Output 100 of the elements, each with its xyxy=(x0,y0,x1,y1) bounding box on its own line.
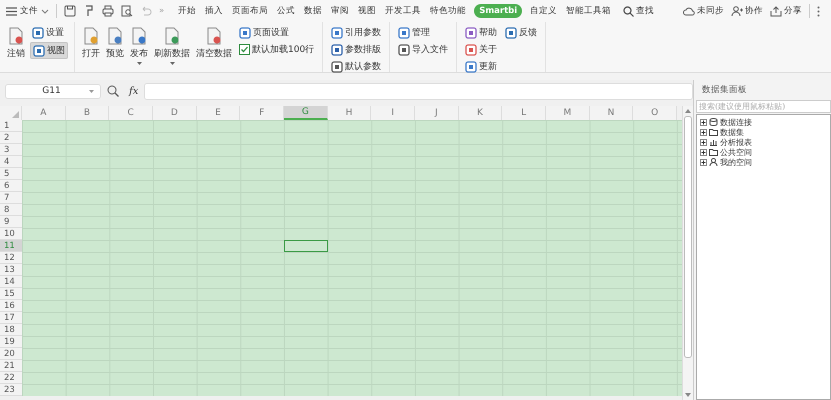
ribbon-button[interactable]: 清空数据 xyxy=(195,25,233,62)
expander-icon[interactable] xyxy=(700,128,707,136)
ribbon-tab[interactable]: 智能工具箱 xyxy=(565,3,612,19)
database-icon xyxy=(709,118,718,126)
row-header[interactable]: 14 xyxy=(0,276,22,288)
ribbon-button[interactable]: 注销 xyxy=(6,25,26,62)
expander-icon[interactable] xyxy=(700,138,707,146)
share-icon xyxy=(770,6,782,16)
ribbon-button[interactable]: 管理 xyxy=(396,25,450,40)
preview-icon[interactable] xyxy=(121,5,133,17)
ribbon-button[interactable]: 预览 xyxy=(105,25,125,62)
person-icon xyxy=(731,6,743,16)
ribbon-button[interactable]: 参数排版 xyxy=(329,42,384,57)
tool-icon xyxy=(398,26,410,38)
checkbox-option[interactable]: 默认加载100行 xyxy=(237,42,316,57)
column-header[interactable]: K xyxy=(458,106,502,120)
row-header[interactable]: 7 xyxy=(0,192,22,204)
ribbon-tab[interactable]: 自定义 xyxy=(529,3,558,19)
name-box[interactable]: G11 xyxy=(5,84,101,98)
expander-icon[interactable] xyxy=(700,118,707,126)
ribbon-tab[interactable]: 数据 xyxy=(303,3,324,19)
row-header[interactable]: 10 xyxy=(0,228,22,240)
row-header[interactable]: 19 xyxy=(0,336,22,348)
toolbar-action[interactable]: 协作 xyxy=(731,5,763,17)
toolbar-action[interactable]: 未同步 xyxy=(683,5,724,17)
row-header[interactable]: 3 xyxy=(0,144,22,156)
selected-cell[interactable] xyxy=(284,240,328,252)
expander-icon[interactable] xyxy=(700,158,707,166)
row-header[interactable]: 16 xyxy=(0,300,22,312)
ribbon-button[interactable]: 反馈 xyxy=(503,25,540,40)
document-icon xyxy=(130,27,148,45)
row-header[interactable]: 22 xyxy=(0,372,22,384)
ribbon-tab[interactable]: 审阅 xyxy=(330,3,350,19)
ribbon-button[interactable]: 导入文件 xyxy=(396,42,450,57)
column-header[interactable]: B xyxy=(66,106,110,120)
row-header[interactable]: 6 xyxy=(0,180,22,192)
ribbon-button[interactable]: 刷新数据 xyxy=(153,25,191,67)
ribbon-tab[interactable]: 视图 xyxy=(357,3,378,19)
ribbon-tab[interactable]: 特色功能 xyxy=(429,3,468,19)
row-header[interactable]: 17 xyxy=(0,312,22,324)
folder-icon xyxy=(709,148,718,156)
more-options-icon[interactable] xyxy=(817,6,820,16)
vertical-scrollbar[interactable] xyxy=(682,106,693,400)
ribbon-button[interactable]: 引用参数 xyxy=(329,25,384,40)
row-header[interactable]: 23 xyxy=(0,384,22,396)
function-button[interactable]: fx xyxy=(129,86,138,96)
row-header[interactable]: 4 xyxy=(0,156,22,168)
ribbon-tab[interactable]: 插入 xyxy=(204,3,224,19)
column-header[interactable]: E xyxy=(196,106,240,120)
save-icon[interactable] xyxy=(64,5,76,17)
row-header[interactable]: 9 xyxy=(0,216,22,228)
cloud-icon xyxy=(683,6,695,16)
zoom-icon[interactable] xyxy=(107,85,119,97)
ribbon-tab[interactable]: 开始 xyxy=(177,3,198,19)
print-icon[interactable] xyxy=(102,5,114,17)
row-header[interactable]: 1 xyxy=(0,120,22,132)
search-field[interactable]: 搜索(建议使用鼠标粘贴) xyxy=(696,100,831,113)
ribbon-tab[interactable]: 开发工具 xyxy=(384,3,422,19)
panel-title: 数据集面板 xyxy=(701,84,748,97)
search-icon xyxy=(623,6,634,16)
row-header[interactable]: 18 xyxy=(0,324,22,336)
ribbon-button[interactable]: 默认参数 xyxy=(329,59,384,74)
formula-input[interactable] xyxy=(144,82,693,100)
row-header[interactable]: 21 xyxy=(0,360,22,372)
ribbon-button[interactable]: 设置 xyxy=(30,25,68,40)
scroll-down-icon[interactable] xyxy=(685,393,691,397)
row-header[interactable]: 15 xyxy=(0,288,22,300)
tree-item[interactable]: 数据连接 xyxy=(700,117,827,127)
row-header[interactable]: 2 xyxy=(0,132,22,144)
scroll-up-icon[interactable] xyxy=(685,109,691,113)
checkbox[interactable] xyxy=(239,44,250,55)
row-header[interactable]: 12 xyxy=(0,252,22,264)
row-header[interactable]: 20 xyxy=(0,348,22,360)
chart-icon xyxy=(709,138,718,146)
document-icon xyxy=(82,27,100,45)
ribbon-tab[interactable]: 页面布局 xyxy=(231,3,270,19)
ribbon-button[interactable]: 帮助 xyxy=(463,25,500,40)
file-menu[interactable]: 文件 xyxy=(6,5,49,17)
tree-item[interactable]: 公共空间 xyxy=(700,147,827,157)
ribbon-button[interactable]: 更新 xyxy=(463,59,500,74)
column-header[interactable]: H xyxy=(328,106,372,120)
row-header[interactable]: 5 xyxy=(0,168,22,180)
ribbon-tab[interactable]: 公式 xyxy=(276,3,296,19)
expander-icon[interactable] xyxy=(700,148,707,156)
tree-item[interactable]: 分析报表 xyxy=(700,137,827,147)
ribbon-button[interactable]: 视图 xyxy=(30,42,68,59)
column-header[interactable]: N xyxy=(590,106,634,120)
ribbon-button[interactable]: 关于 xyxy=(463,42,500,57)
cell-grid[interactable] xyxy=(22,120,682,396)
row-header[interactable]: 13 xyxy=(0,264,22,276)
row-header[interactable]: 8 xyxy=(0,204,22,216)
toolbar-action[interactable]: 分享 xyxy=(770,5,802,17)
ribbon-button[interactable]: 发布 xyxy=(129,25,149,67)
document-icon xyxy=(205,27,223,45)
ribbon-button[interactable]: 打开 xyxy=(81,25,101,62)
folder-icon xyxy=(709,128,718,136)
tree-item[interactable]: 数据集 xyxy=(700,127,827,137)
search-button[interactable]: 查找 xyxy=(623,5,654,17)
tree-item[interactable]: 我的空间 xyxy=(700,157,827,167)
ribbon-button[interactable]: 页面设置 xyxy=(237,25,316,40)
